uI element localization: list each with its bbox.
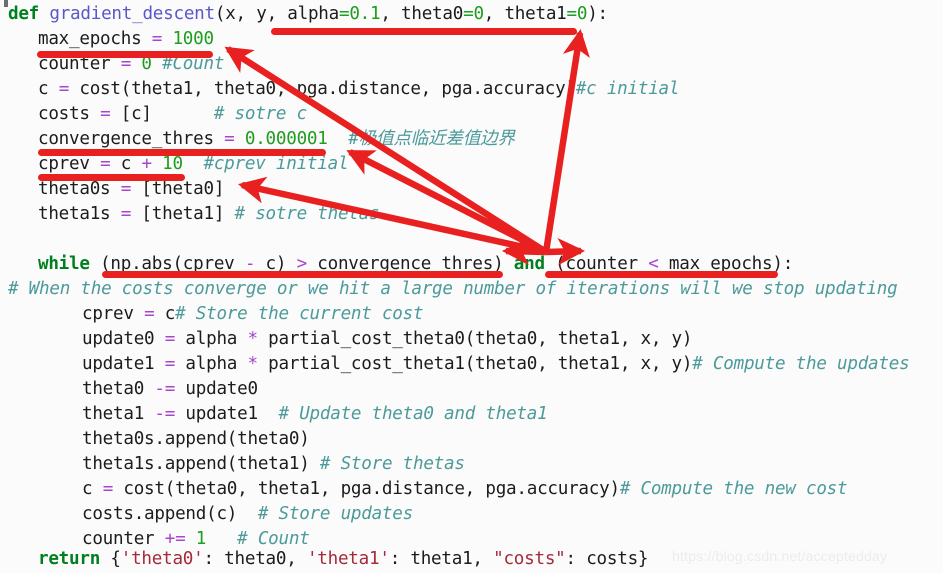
csdn-watermark: https://blog.csdn.net/acceptedday (672, 548, 888, 564)
code-line-counter-init: counter = 0 #Count (38, 54, 225, 74)
code-line-theta1s-append: theta1s.append(theta1) # Store thetas (82, 454, 465, 474)
code-line-update1: update1 = alpha * partial_cost_theta1(th… (82, 354, 910, 374)
code-screenshot: def gradient_descent(x, y, alpha=0.1, th… (0, 0, 943, 573)
code-line-c-recompute: c = cost(theta0, theta1, pga.distance, p… (82, 479, 848, 499)
code-line-theta0s-append: theta0s.append(theta0) (82, 429, 310, 449)
code-line-while-comment: # When the costs converge or we hit a la… (8, 279, 898, 299)
code-line-theta0-sub: theta0 -= update0 (82, 379, 258, 399)
code-line-convergence-thres: convergence_thres = 0.000001 #极值点临近差值边界 (38, 129, 515, 149)
code-line-max-epochs: max_epochs = 1000 (38, 29, 214, 49)
code-line-while: while (np.abs(cprev - c) > convergence_t… (38, 254, 794, 274)
code-line-theta1s: theta1s = [theta1] # sotre thetas (38, 204, 380, 224)
code-line-update0: update0 = alpha * partial_cost_theta0(th… (82, 329, 693, 349)
code-line-cprev-store: cprev = c# Store the current cost (82, 304, 424, 324)
code-line-theta1-sub: theta1 -= update1 # Update theta0 and th… (82, 404, 548, 424)
code-line-costs-append: costs.append(c) # Store updates (82, 504, 413, 524)
code-line-theta0s: theta0s = [theta0] (38, 179, 225, 199)
code-line-def: def gradient_descent(x, y, alpha=0.1, th… (8, 4, 608, 24)
code-line-cprev-init: cprev = c + 10 #cprev initial (38, 154, 349, 174)
code-block: def gradient_descent(x, y, alpha=0.1, th… (0, 0, 943, 573)
code-line-costs-init: costs = [c] # sotre c (38, 104, 307, 124)
code-line-c-init: c = cost(theta1, theta0, pga.distance, p… (38, 79, 680, 99)
